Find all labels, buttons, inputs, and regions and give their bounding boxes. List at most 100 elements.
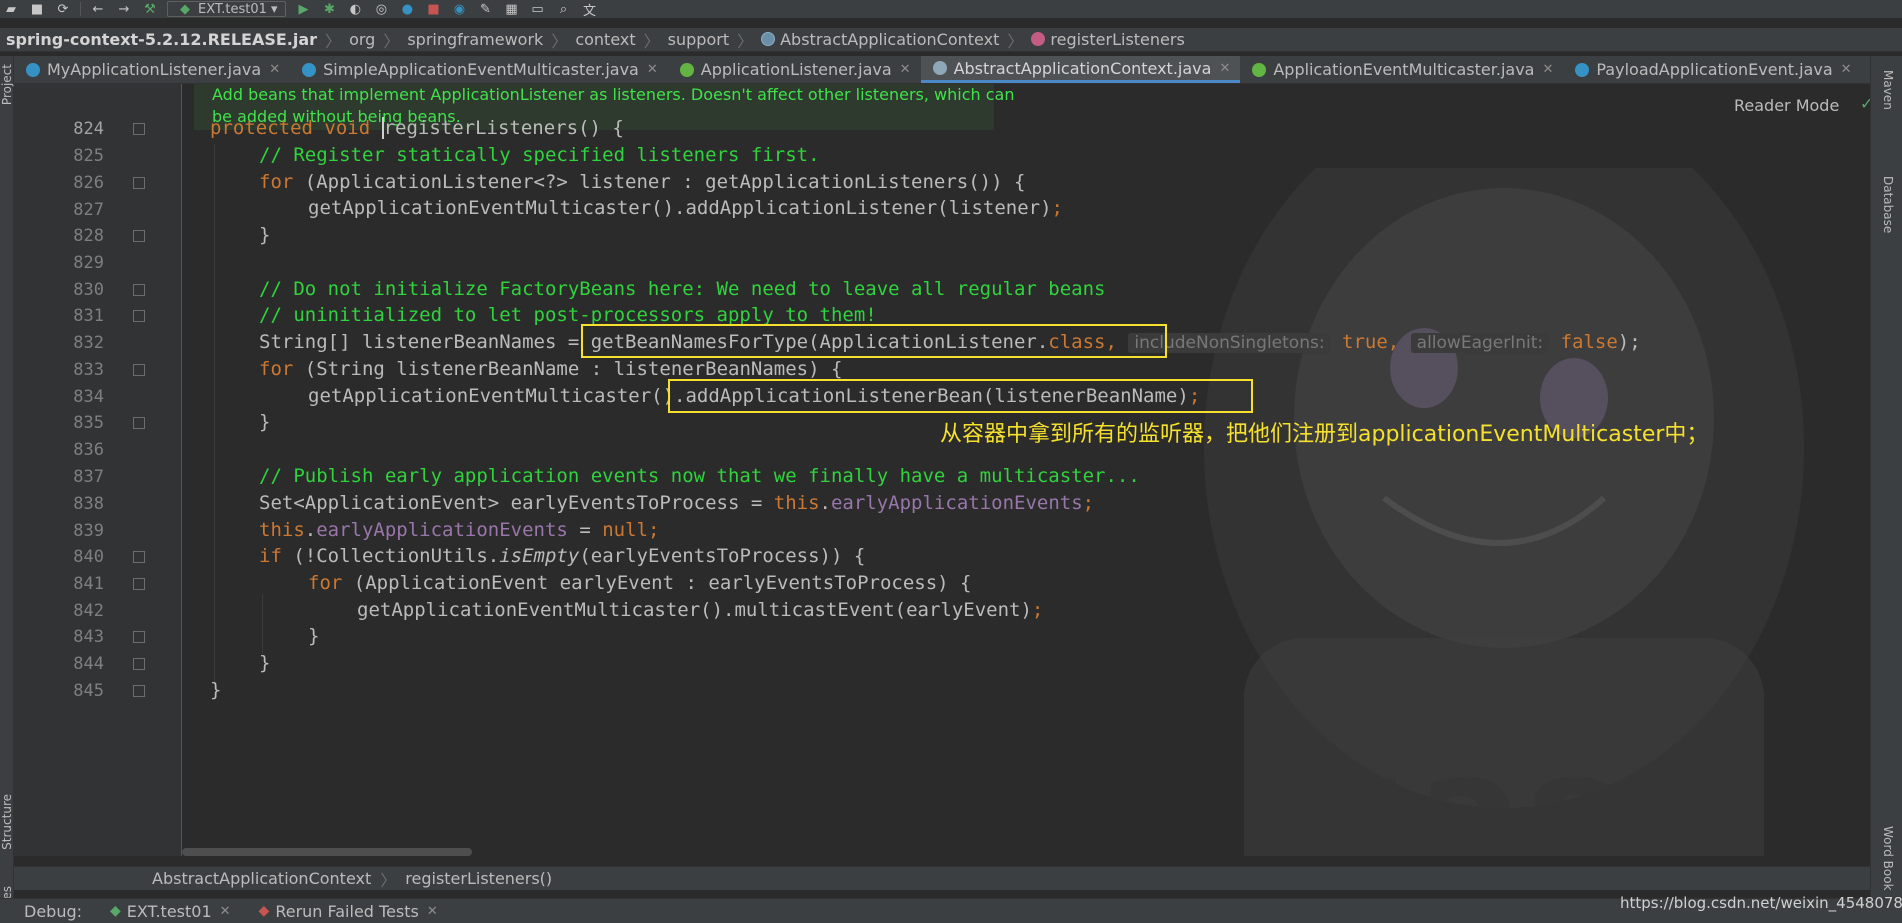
code-line-833: for (String listenerBeanName : listenerB… bbox=[259, 357, 842, 381]
keyword: false bbox=[1549, 331, 1618, 353]
bottom-breadcrumb-class[interactable]: AbstractApplicationContext bbox=[152, 869, 371, 888]
code-line-845: } bbox=[210, 679, 222, 701]
keyword: for bbox=[259, 358, 305, 380]
database-tool-window-button[interactable]: Database bbox=[1881, 176, 1895, 233]
close-icon[interactable]: ✕ bbox=[1841, 62, 1852, 77]
fold-marker-icon[interactable] bbox=[133, 284, 145, 296]
code-line-835: } bbox=[259, 411, 271, 433]
breadcrumb-package-context[interactable]: context bbox=[575, 30, 635, 49]
project-tool-window-button[interactable]: Project bbox=[0, 64, 14, 105]
fold-marker-icon[interactable] bbox=[133, 364, 145, 376]
close-icon[interactable]: ✕ bbox=[1219, 61, 1230, 76]
fold-marker-icon[interactable] bbox=[133, 658, 145, 670]
breadcrumb-package-springframework[interactable]: springframework bbox=[407, 30, 543, 49]
chevron-down-icon: ▾ bbox=[270, 1, 278, 17]
breadcrumb-package-support[interactable]: support bbox=[668, 30, 729, 49]
bottom-breadcrumb-method[interactable]: registerListeners() bbox=[405, 869, 552, 888]
tab-my-application-listener[interactable]: MyApplicationListener.java ✕ bbox=[14, 56, 290, 83]
update-icon[interactable]: ◉ bbox=[450, 1, 468, 17]
translate-icon[interactable]: 文 bbox=[580, 1, 598, 19]
close-icon[interactable]: ✕ bbox=[220, 904, 231, 919]
code-text: (ApplicationEvent earlyEvent : earlyEven… bbox=[353, 572, 972, 594]
code-line-825: // Register statically specified listene… bbox=[259, 144, 820, 166]
folder-icon[interactable]: ▰ bbox=[2, 1, 20, 17]
fold-marker-icon[interactable] bbox=[133, 310, 145, 322]
tab-abstract-application-context[interactable]: AbstractApplicationContext.java ✕ bbox=[920, 56, 1241, 83]
code-text: (String listenerBeanName : listenerBeanN… bbox=[304, 358, 843, 380]
close-icon[interactable]: ✕ bbox=[269, 62, 280, 77]
fold-marker-icon[interactable] bbox=[133, 631, 145, 643]
forward-arrow-icon[interactable]: → bbox=[115, 1, 133, 17]
code-editor[interactable]: 428 824 825 826 827 828 829 830 831 832 … bbox=[14, 84, 1870, 856]
javadoc-line: Add beans that implement ApplicationList… bbox=[212, 85, 1015, 104]
breadcrumb-separator: 〉 bbox=[383, 31, 400, 51]
debug-bug-icon[interactable]: ✱ bbox=[320, 1, 338, 17]
breadcrumb-jar[interactable]: spring-context-5.2.12.RELEASE.jar bbox=[6, 30, 317, 49]
close-icon[interactable]: ✕ bbox=[647, 62, 658, 77]
back-arrow-icon[interactable]: ← bbox=[89, 1, 107, 17]
breadcrumb-method[interactable]: registerListeners bbox=[1031, 30, 1185, 49]
fold-marker-icon[interactable] bbox=[133, 177, 145, 189]
interface-icon bbox=[1252, 62, 1267, 77]
sync-icon[interactable]: ⟳ bbox=[54, 1, 72, 17]
code-line-842: getApplicationEventMulticaster().multica… bbox=[357, 598, 1043, 622]
fold-marker-icon[interactable] bbox=[133, 578, 145, 590]
keyword: for bbox=[259, 171, 305, 193]
highlight-box-getBeanNamesForType bbox=[581, 324, 1167, 358]
wrench-icon[interactable]: ✎ bbox=[476, 1, 494, 17]
keyword: for bbox=[308, 572, 354, 594]
code-line-843: } bbox=[308, 625, 320, 647]
breadcrumb-package-org[interactable]: org bbox=[349, 30, 375, 49]
left-tool-strip: Project Structure Favorites bbox=[0, 56, 14, 923]
tab-payload-application-event[interactable]: PayloadApplicationEvent.java ✕ bbox=[1563, 56, 1861, 83]
line-number: 826 bbox=[73, 173, 104, 193]
project-structure-icon[interactable]: ▦ bbox=[502, 1, 520, 17]
fold-marker-icon[interactable] bbox=[133, 685, 145, 697]
code-line-838: Set<ApplicationEvent> earlyEventsToProce… bbox=[259, 491, 1094, 515]
debug-tab-ext-test01[interactable]: ◆ EXT.test01 ✕ bbox=[110, 902, 231, 921]
profile-icon[interactable]: ◎ bbox=[372, 1, 390, 17]
keyword: if bbox=[259, 545, 294, 567]
code-line-841: for (ApplicationEvent earlyEvent : early… bbox=[308, 571, 971, 595]
line-number: 843 bbox=[73, 627, 104, 647]
close-icon[interactable]: ✕ bbox=[427, 904, 438, 919]
structure-tool-window-button[interactable]: Structure bbox=[0, 794, 14, 850]
code-line-830: // Do not initialize FactoryBeans here: … bbox=[259, 278, 1106, 300]
tab-simple-application-event-multicaster[interactable]: SimpleApplicationEventMulticaster.java ✕ bbox=[290, 56, 668, 83]
inspection-ok-check-icon[interactable]: ✓ bbox=[1860, 94, 1870, 113]
interface-icon bbox=[679, 62, 694, 77]
tab-application-listener[interactable]: ApplicationListener.java ✕ bbox=[668, 56, 921, 83]
editor-breadcrumb: AbstractApplicationContext 〉 registerLis… bbox=[14, 866, 1870, 890]
save-icon[interactable]: ■ bbox=[28, 1, 46, 17]
abstract-class-icon bbox=[761, 32, 776, 46]
maven-tool-window-button[interactable]: Maven bbox=[1881, 70, 1895, 110]
debug-tab-rerun-failed-tests[interactable]: ◆ Rerun Failed Tests ✕ bbox=[259, 902, 438, 921]
fold-marker-icon[interactable] bbox=[133, 230, 145, 242]
close-icon[interactable]: ✕ bbox=[900, 62, 911, 77]
search-icon[interactable]: ⌕ bbox=[554, 1, 572, 17]
word-book-tool-window-button[interactable]: Word Book bbox=[1881, 826, 1895, 891]
breadcrumb-class[interactable]: AbstractApplicationContext bbox=[761, 30, 999, 49]
line-number-gutter[interactable]: 824 825 826 827 828 829 830 831 832 833 … bbox=[14, 84, 182, 856]
horizontal-scrollbar[interactable] bbox=[182, 848, 472, 856]
reader-mode-button[interactable]: Reader Mode bbox=[1734, 96, 1839, 115]
close-icon[interactable]: ✕ bbox=[1542, 62, 1553, 77]
keyword: this bbox=[259, 519, 305, 541]
build-hammer-icon[interactable]: ⚒ bbox=[141, 1, 159, 17]
terminal-icon[interactable]: ▭ bbox=[528, 1, 546, 17]
line-number: 838 bbox=[73, 494, 104, 514]
debug-tab-label: Rerun Failed Tests bbox=[275, 901, 419, 921]
line-number: 841 bbox=[73, 574, 104, 594]
fold-marker-icon[interactable] bbox=[133, 417, 145, 429]
fold-marker-icon[interactable] bbox=[133, 123, 145, 135]
attach-icon[interactable]: ● bbox=[398, 1, 416, 17]
run-icon[interactable]: ▶ bbox=[294, 1, 312, 17]
line-number: 825 bbox=[73, 146, 104, 166]
line-number: 836 bbox=[73, 440, 104, 460]
code-text: getApplicationEventMulticaster().addAppl… bbox=[308, 197, 1052, 219]
stop-icon[interactable]: ■ bbox=[424, 1, 442, 17]
run-configuration-selector[interactable]: ◆ EXT.test01 ▾ bbox=[167, 1, 287, 17]
tab-application-event-multicaster[interactable]: ApplicationEventMulticaster.java ✕ bbox=[1240, 56, 1563, 83]
fold-marker-icon[interactable] bbox=[133, 551, 145, 563]
coverage-icon[interactable]: ◐ bbox=[346, 1, 364, 17]
